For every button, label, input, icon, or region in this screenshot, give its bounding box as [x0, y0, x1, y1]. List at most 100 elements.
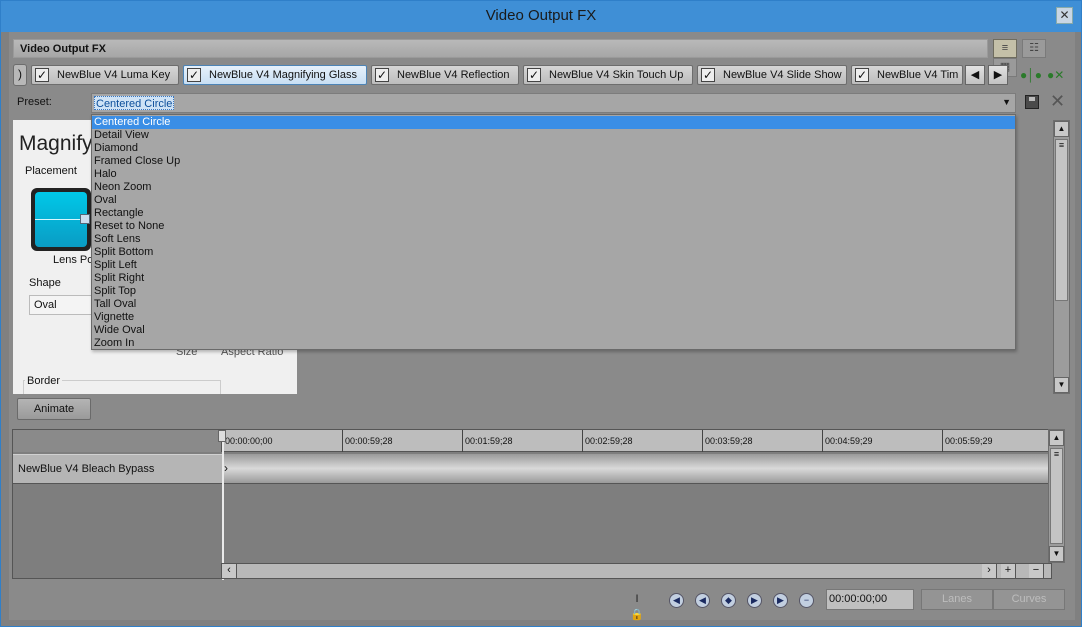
preset-option[interactable]: Split Left: [92, 259, 1015, 272]
preset-select[interactable]: Centered Circle ▼: [91, 93, 1016, 113]
ruler-tick: [702, 430, 703, 452]
checkbox-icon[interactable]: ✓: [855, 68, 869, 82]
scroll-down-icon[interactable]: ▼: [1054, 377, 1069, 393]
lens-handle[interactable]: [80, 214, 90, 224]
scroll-thumb[interactable]: ≡: [1050, 448, 1063, 544]
fx-header-title: Video Output FX: [20, 43, 106, 55]
preset-option[interactable]: Reset to None: [92, 220, 1015, 233]
preset-option[interactable]: Split Top: [92, 285, 1015, 298]
preset-option[interactable]: Oval: [92, 194, 1015, 207]
preset-option[interactable]: Zoom In: [92, 337, 1015, 350]
zoom-in-icon[interactable]: +: [1001, 564, 1016, 578]
scroll-down-icon[interactable]: ▼: [1049, 546, 1064, 562]
preset-option[interactable]: Wide Oval: [92, 324, 1015, 337]
ruler-tick: [582, 430, 583, 452]
fx-tab-label: NewBlue V4 Magnifying Glass: [209, 69, 357, 81]
fx-tab-label: NewBlue V4 Tim: [877, 69, 959, 81]
preset-option[interactable]: Halo: [92, 168, 1015, 181]
zoom-out-icon[interactable]: −: [1029, 564, 1044, 578]
timeline-hscrollbar[interactable]: ‹ › + −: [221, 563, 1052, 579]
hscroll-track[interactable]: [239, 566, 983, 576]
curves-button[interactable]: Curves: [993, 589, 1065, 610]
lens-position-picker[interactable]: [31, 188, 91, 251]
chain-next-icon[interactable]: ▶: [988, 65, 1008, 85]
preset-option[interactable]: Neon Zoom: [92, 181, 1015, 194]
checkbox-icon[interactable]: ✓: [527, 68, 541, 82]
ruler-tick: [462, 430, 463, 452]
ruler-label: 00:05:59;29: [945, 436, 993, 446]
chevron-down-icon[interactable]: ▼: [1002, 97, 1011, 107]
title-bar: Video Output FX ✕: [1, 1, 1081, 32]
preset-option[interactable]: Detail View: [92, 129, 1015, 142]
playhead-handle[interactable]: [218, 430, 226, 442]
preset-option[interactable]: Tall Oval: [92, 298, 1015, 311]
ruler-tick: [822, 430, 823, 452]
add-keyframe-icon[interactable]: ◆: [721, 593, 736, 608]
track-name[interactable]: NewBlue V4 Bleach Bypass: [13, 454, 222, 484]
preset-option[interactable]: Vignette: [92, 311, 1015, 324]
fx-tab-luma-key[interactable]: ✓ NewBlue V4 Luma Key: [31, 65, 179, 85]
preset-option[interactable]: Split Right: [92, 272, 1015, 285]
chevron-right-icon[interactable]: ›: [224, 461, 228, 475]
checkbox-icon[interactable]: ✓: [187, 68, 201, 82]
preset-option[interactable]: Rectangle: [92, 207, 1015, 220]
preset-option[interactable]: Soft Lens: [92, 233, 1015, 246]
panel-scrollbar[interactable]: ▲ ≡ ▼: [1053, 120, 1070, 394]
detail-view-icon[interactable]: ☷: [1022, 39, 1047, 58]
time-input[interactable]: 00:00:00;00: [826, 589, 914, 610]
chain-prev-icon[interactable]: ◀: [965, 65, 985, 85]
checkbox-icon[interactable]: ✓: [701, 68, 715, 82]
ruler-label: 00:00:59;28: [345, 436, 393, 446]
shape-label: Shape: [29, 277, 61, 289]
track-lane[interactable]: ›: [222, 454, 1050, 484]
fx-header: Video Output FX: [13, 39, 988, 58]
checkbox-icon[interactable]: ✓: [375, 68, 389, 82]
fx-tab-label: NewBlue V4 Slide Show: [723, 69, 842, 81]
scroll-left-icon[interactable]: ‹: [222, 564, 237, 578]
preset-option[interactable]: Framed Close Up: [92, 155, 1015, 168]
list-view-icon[interactable]: ≡: [993, 39, 1017, 58]
delete-preset-icon[interactable]: ✕: [1050, 91, 1065, 112]
checkbox-icon[interactable]: ✓: [35, 68, 49, 82]
close-icon[interactable]: ✕: [1056, 7, 1073, 24]
ruler-label: 00:04:59;29: [825, 436, 873, 446]
remove-plugin-icon[interactable]: ●✕: [1047, 68, 1064, 82]
lanes-button[interactable]: Lanes: [921, 589, 993, 610]
ruler-label: 00:00:00;00: [225, 436, 273, 446]
first-keyframe-icon[interactable]: ◀: [669, 593, 684, 608]
scroll-up-icon[interactable]: ▲: [1054, 121, 1069, 137]
lens-preview: [35, 192, 90, 247]
sync-cursor-icon[interactable]: I🔒: [629, 591, 645, 621]
preset-option[interactable]: Diamond: [92, 142, 1015, 155]
scroll-right-icon[interactable]: ›: [982, 564, 997, 578]
fx-tab-magnifying-glass[interactable]: ✓ NewBlue V4 Magnifying Glass: [183, 65, 367, 85]
fx-tab-reflection[interactable]: ✓ NewBlue V4 Reflection: [371, 65, 519, 85]
fx-chain: ) ✓ NewBlue V4 Luma Key ✓ NewBlue V4 Mag…: [13, 64, 1064, 86]
ruler-tick: [342, 430, 343, 452]
preset-option[interactable]: Split Bottom: [92, 246, 1015, 259]
chain-start-icon[interactable]: ): [13, 64, 27, 86]
animate-button[interactable]: Animate: [17, 398, 91, 420]
prev-keyframe-icon[interactable]: ◀: [695, 593, 710, 608]
plugin-chain-icon[interactable]: ●│●: [1020, 68, 1042, 82]
timeline-vscrollbar[interactable]: ▲ ≡ ▼: [1048, 429, 1065, 563]
last-keyframe-icon[interactable]: ▶: [773, 593, 788, 608]
preset-option[interactable]: Centered Circle: [92, 116, 1015, 129]
delete-keyframe-icon[interactable]: −: [799, 593, 814, 608]
window: Video Output FX ✕ Video Output FX ≡ ☷ ▦ …: [0, 0, 1082, 627]
ruler-label: 00:03:59;28: [705, 436, 753, 446]
time-ruler[interactable]: 00:00:00;00 00:00:59;28 00:01:59;28 00:0…: [222, 430, 1050, 452]
scroll-up-icon[interactable]: ▲: [1049, 430, 1064, 446]
scroll-thumb[interactable]: ≡: [1055, 139, 1068, 301]
client-area: Video Output FX ≡ ☷ ▦ ) ✓ NewBlue V4 Lum…: [9, 32, 1075, 621]
timeline-header-left: [13, 430, 222, 452]
save-preset-icon[interactable]: [1025, 95, 1039, 109]
fx-tab-slide-show[interactable]: ✓ NewBlue V4 Slide Show: [697, 65, 847, 85]
playhead[interactable]: [222, 430, 224, 580]
fx-tab-tim[interactable]: ✓ NewBlue V4 Tim: [851, 65, 963, 85]
preset-value: Centered Circle: [94, 96, 175, 110]
fx-tab-label: NewBlue V4 Reflection: [397, 69, 510, 81]
fx-tab-skin-touch-up[interactable]: ✓ NewBlue V4 Skin Touch Up: [523, 65, 693, 85]
next-keyframe-icon[interactable]: ▶: [747, 593, 762, 608]
fx-tab-label: NewBlue V4 Luma Key: [57, 69, 171, 81]
